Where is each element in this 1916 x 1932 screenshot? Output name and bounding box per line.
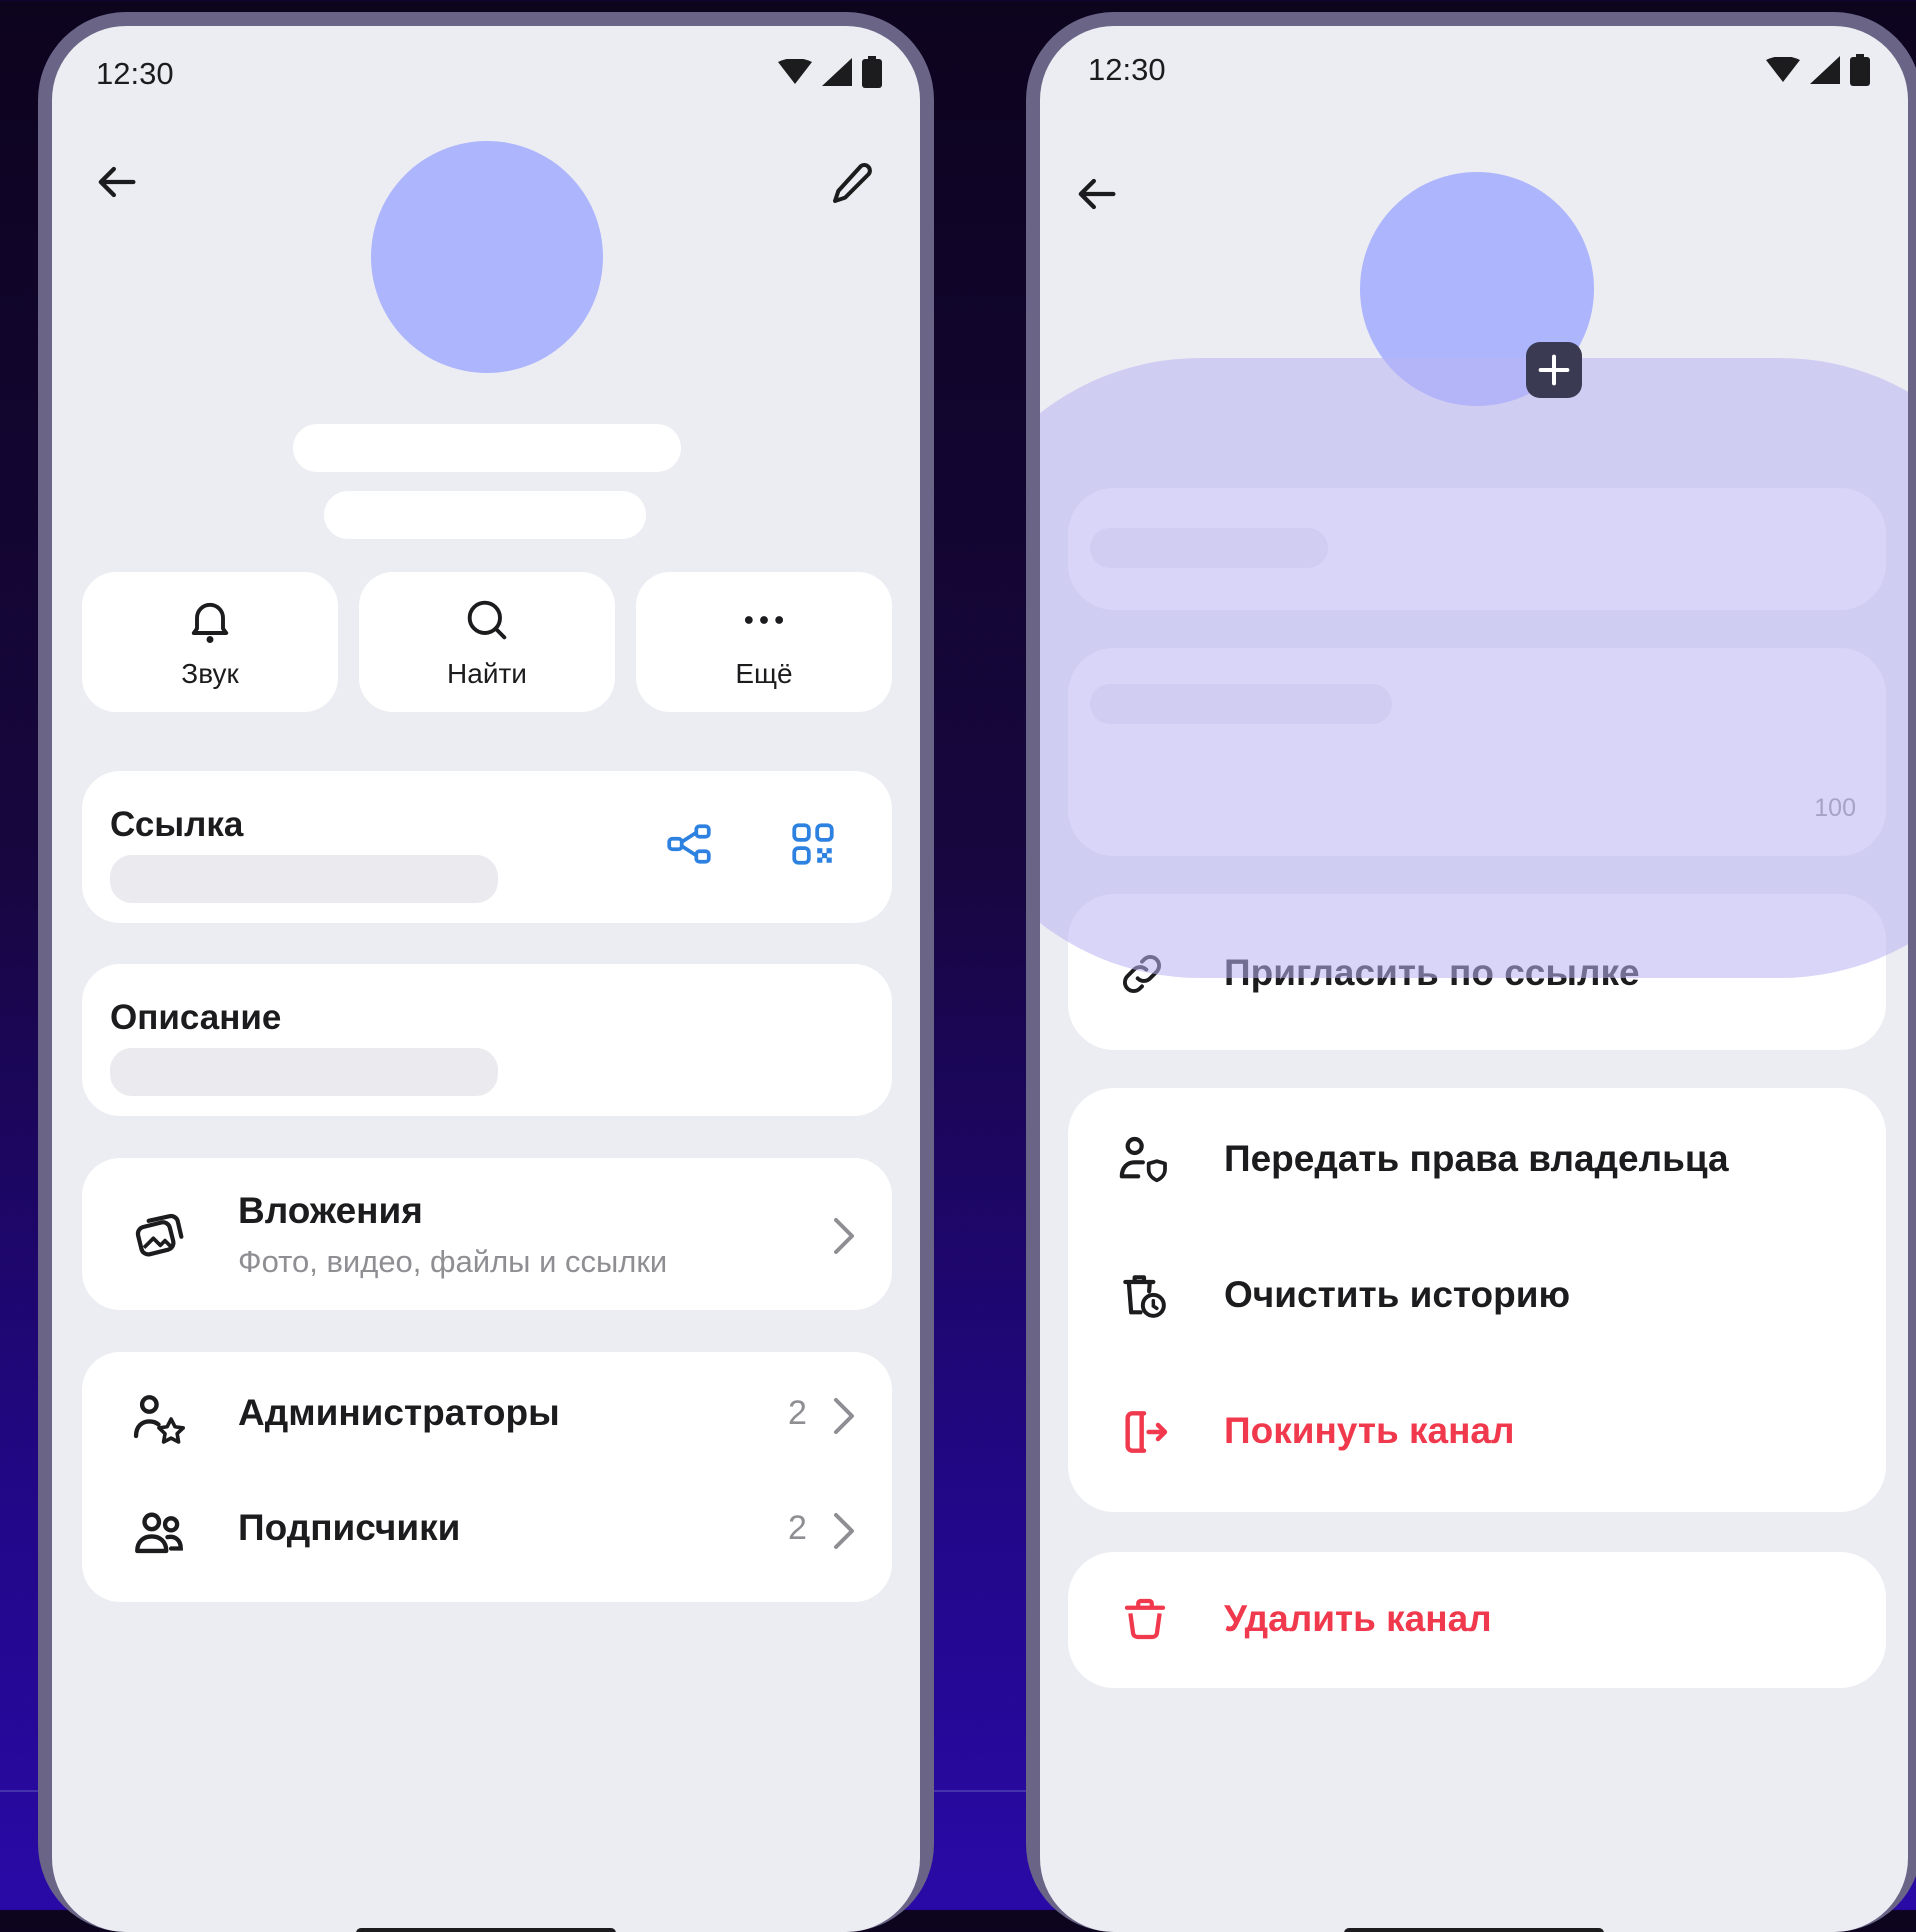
status-icons <box>778 56 882 88</box>
chevron-right-icon <box>834 1218 854 1254</box>
link-card: Ссылка <box>82 771 892 923</box>
status-icons <box>1766 54 1870 86</box>
channel-subtitle-placeholder <box>324 491 646 539</box>
channel-profile-screen: 12:30 Звук Найти Ещё Ссылка Описание Вло… <box>52 26 920 1932</box>
clear-history-row[interactable]: Очистить историю <box>1068 1224 1886 1360</box>
plus-icon <box>1538 354 1570 386</box>
leave-channel-label: Покинуть канал <box>1224 1410 1515 1451</box>
add-photo-button[interactable] <box>1526 342 1582 398</box>
qr-code-icon[interactable] <box>788 819 838 869</box>
gesture-nav-bar[interactable] <box>1344 1928 1604 1932</box>
attachments-card[interactable]: Вложения Фото, видео, файлы и ссылки <box>82 1158 892 1310</box>
battery-icon <box>1850 54 1870 86</box>
status-time: 12:30 <box>1088 52 1166 87</box>
search-button[interactable]: Найти <box>359 572 615 712</box>
search-button-label: Найти <box>447 658 527 689</box>
subscribers-row[interactable]: Подписчики 2 <box>82 1477 892 1602</box>
more-button[interactable]: Ещё <box>636 572 892 712</box>
subscribers-label: Подписчики <box>238 1507 461 1548</box>
transfer-ownership-label: Передать права владельца <box>1224 1138 1729 1179</box>
trash-icon <box>1124 1598 1166 1640</box>
admin-user-star-icon <box>133 1395 185 1444</box>
channel-avatar[interactable] <box>371 141 603 373</box>
wifi-icon <box>778 59 812 84</box>
more-button-label: Ещё <box>735 658 793 689</box>
link-title: Ссылка <box>110 805 244 844</box>
subscribers-count: 2 <box>788 1509 807 1547</box>
chevron-right-icon <box>834 1398 854 1434</box>
subscribers-icon <box>135 1512 183 1554</box>
channel-name-placeholder <box>293 424 681 472</box>
description-title: Описание <box>110 998 282 1037</box>
edit-pencil-icon[interactable] <box>826 156 880 210</box>
signal-icon <box>1810 56 1840 84</box>
phone-frame-left: 12:30 Звук Найти Ещё Ссылка Описание Вло… <box>38 12 934 1932</box>
leave-door-icon <box>1125 1411 1168 1453</box>
phone-frame-right: 12:30 100 Пригласить по ссылке <box>1026 12 1916 1932</box>
gallery-icon <box>135 1213 184 1257</box>
delete-channel-label: Удалить канал <box>1224 1598 1492 1639</box>
channel-edit-screen: 12:30 100 Пригласить по ссылке <box>1040 26 1908 1932</box>
clear-history-label: Очистить историю <box>1224 1274 1571 1315</box>
administrators-row[interactable]: Администраторы 2 <box>82 1352 892 1477</box>
link-value-placeholder <box>110 855 498 903</box>
status-time: 12:30 <box>96 56 174 91</box>
search-icon <box>467 600 507 640</box>
leave-channel-row[interactable]: Покинуть канал <box>1068 1360 1886 1496</box>
description-card[interactable]: Описание <box>82 964 892 1116</box>
share-icon[interactable] <box>664 819 714 869</box>
signal-icon <box>822 58 852 86</box>
members-card: Администраторы 2 Подписчики 2 <box>82 1352 892 1602</box>
highlight-overlay <box>1040 358 1908 978</box>
description-value-placeholder <box>110 1048 498 1096</box>
chevron-right-icon <box>834 1513 854 1549</box>
channel-actions-card: Передать права владельца Очистить истори… <box>1068 1088 1886 1512</box>
sound-button[interactable]: Звук <box>82 572 338 712</box>
attachments-title: Вложения <box>238 1190 423 1231</box>
battery-icon <box>862 56 882 88</box>
back-arrow-icon[interactable] <box>1070 168 1122 220</box>
clear-history-icon <box>1123 1275 1166 1318</box>
gesture-nav-bar[interactable] <box>356 1928 616 1932</box>
bell-icon <box>191 602 229 643</box>
back-arrow-icon[interactable] <box>90 156 142 208</box>
attachments-subtitle: Фото, видео, файлы и ссылки <box>238 1244 668 1279</box>
administrators-label: Администраторы <box>238 1392 560 1433</box>
wifi-icon <box>1766 57 1800 82</box>
delete-channel-card[interactable]: Удалить канал <box>1068 1552 1886 1688</box>
sound-button-label: Звук <box>181 658 239 689</box>
transfer-ownership-row[interactable]: Передать права владельца <box>1068 1088 1886 1224</box>
administrators-count: 2 <box>788 1394 807 1432</box>
more-icon <box>744 616 784 624</box>
user-shield-icon <box>1119 1136 1167 1183</box>
